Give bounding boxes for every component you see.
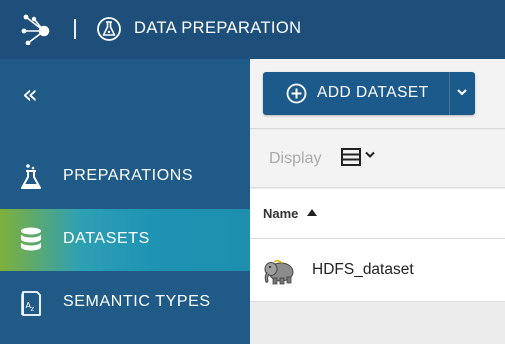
display-bar: Display bbox=[250, 130, 505, 188]
sidebar-item-semantic-types[interactable]: A z SEMANTIC TYPES bbox=[0, 272, 250, 334]
add-dataset-label: ADD DATASET bbox=[317, 84, 429, 101]
datasets-table: Name HDFS_dataset bbox=[250, 189, 505, 302]
sidebar-item-label: PREPARATIONS bbox=[63, 167, 194, 184]
data-preparation-icon bbox=[97, 17, 121, 41]
hadoop-elephant-icon bbox=[264, 260, 294, 285]
table-row[interactable]: HDFS_dataset bbox=[250, 240, 505, 302]
app-title: DATA PREPARATION bbox=[134, 19, 302, 37]
column-header-name[interactable]: Name bbox=[263, 206, 298, 221]
top-header: DATA PREPARATION bbox=[0, 0, 505, 59]
sidebar-item-label: DATASETS bbox=[63, 230, 150, 247]
dataset-name[interactable]: HDFS_dataset bbox=[312, 261, 414, 279]
plus-circle-icon bbox=[286, 83, 307, 104]
double-chevron-left-icon[interactable]: « bbox=[22, 82, 38, 108]
database-icon bbox=[21, 227, 41, 251]
sidebar-item-datasets[interactable]: DATASETS bbox=[0, 209, 250, 271]
sidebar-item-label: SEMANTIC TYPES bbox=[63, 293, 211, 310]
svg-text:z: z bbox=[31, 305, 35, 313]
dictionary-icon: A z bbox=[21, 291, 41, 316]
button-separator bbox=[449, 72, 450, 115]
network-logo-icon[interactable] bbox=[20, 13, 52, 45]
display-label: Display bbox=[269, 150, 322, 167]
add-dataset-button[interactable]: ADD DATASET bbox=[263, 72, 475, 115]
sidebar-item-preparations[interactable]: PREPARATIONS bbox=[0, 146, 250, 208]
main-content: ADD DATASET Display Name HDFS_dataset bbox=[250, 59, 505, 344]
chevron-down-icon[interactable] bbox=[365, 151, 375, 159]
chevron-down-icon[interactable] bbox=[456, 85, 468, 99]
table-header: Name bbox=[250, 189, 505, 239]
toolbar: ADD DATASET bbox=[250, 59, 505, 129]
list-view-icon[interactable] bbox=[341, 148, 361, 166]
header-divider bbox=[74, 19, 76, 39]
sort-ascending-icon[interactable] bbox=[307, 209, 317, 216]
flask-icon bbox=[21, 164, 41, 189]
sidebar: « PREPARATIONS DATASETS A z SEMANTIC TYP… bbox=[0, 59, 250, 344]
